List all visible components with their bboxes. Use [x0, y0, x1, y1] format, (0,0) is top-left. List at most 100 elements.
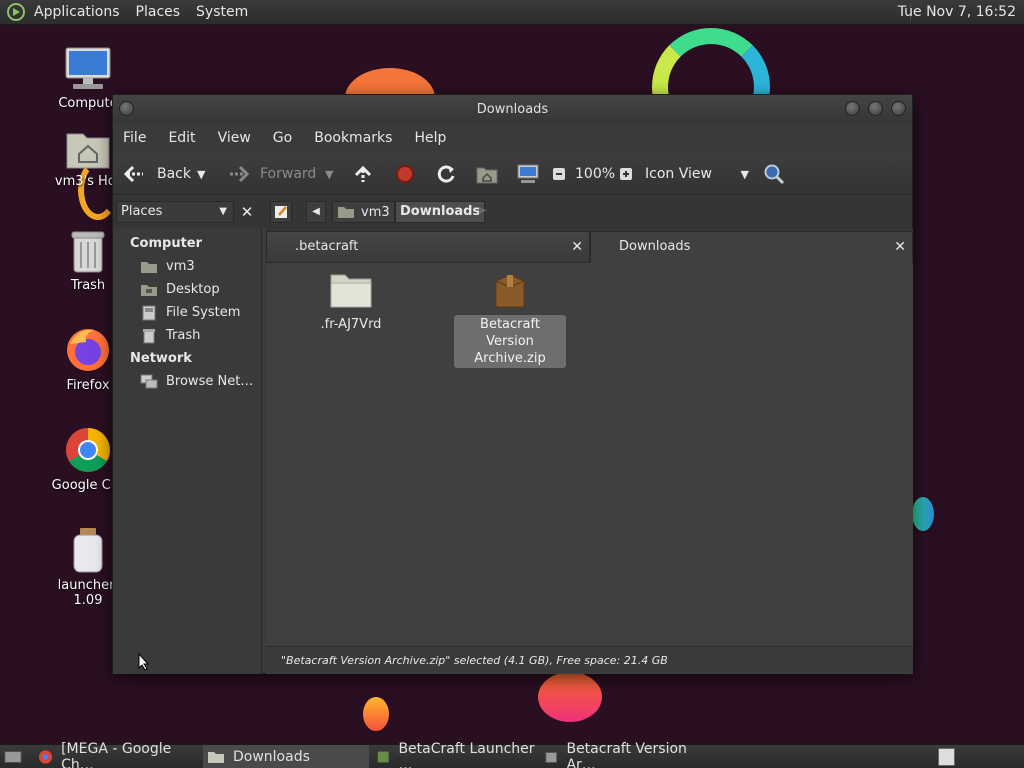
home-folder-icon	[141, 261, 157, 273]
taskbar-item-betacraft-launcher[interactable]: BetaCraft Launcher …	[372, 741, 538, 768]
view-mode-select[interactable]: Icon View ▼	[645, 153, 749, 195]
drive-icon	[142, 305, 156, 320]
show-desktop-button[interactable]	[0, 745, 30, 768]
up-button[interactable]	[353, 153, 373, 195]
breadcrumb-scroll-left[interactable]: ◀	[306, 201, 326, 223]
places-menu[interactable]: Places	[136, 4, 181, 20]
menu-view[interactable]: View	[218, 130, 251, 146]
taskbar-item-downloads[interactable]: Downloads	[203, 745, 369, 768]
jar-icon	[73, 528, 103, 573]
menu-help[interactable]: Help	[414, 130, 446, 146]
menu-edit[interactable]: Edit	[168, 130, 195, 146]
breadcrumb-vm3[interactable]: vm3	[332, 201, 395, 223]
zoom-level[interactable]: 100%	[575, 153, 615, 195]
desktop-icon-label: Trash	[70, 278, 106, 293]
breadcrumb-downloads[interactable]: Downloads	[395, 201, 486, 223]
zoom-in-button[interactable]	[619, 153, 633, 195]
top-panel: Applications Places System Tue Nov 7, 16…	[0, 0, 1024, 25]
bg-blob	[912, 497, 934, 531]
java-icon	[377, 751, 389, 763]
chevron-right-icon: ▶	[479, 205, 487, 216]
up-arrow-icon	[354, 165, 372, 182]
file-view[interactable]: .betacraft ✕ Downloads ✕ .fr-AJ7Vrd Beta…	[266, 228, 913, 674]
desktop-icon-label: Compute	[58, 96, 118, 111]
computer-icon	[517, 164, 539, 183]
location-bar: Places ▼ ✕ ◀ vm3 Downloads ▶	[113, 195, 912, 228]
chrome-icon	[66, 428, 110, 472]
window-menu-button[interactable]	[119, 101, 134, 116]
computer-icon	[65, 47, 111, 89]
system-menu[interactable]: System	[196, 4, 248, 20]
zoom-in-icon	[620, 168, 632, 180]
stop-button[interactable]	[395, 153, 415, 195]
forward-button[interactable]: Forward	[226, 153, 316, 195]
close-tab-icon[interactable]: ✕	[571, 232, 583, 262]
sidebar-item-browse-network[interactable]: Browse Net…	[113, 370, 261, 393]
file-item-archive[interactable]: Betacraft Version Archive.zip	[454, 271, 566, 368]
bg-blob	[363, 697, 389, 731]
breadcrumb-scroll-right[interactable]: ▶	[479, 201, 491, 223]
menu-go[interactable]: Go	[273, 130, 292, 146]
toggle-location-entry-button[interactable]	[270, 201, 292, 223]
close-sidebar-button[interactable]: ✕	[236, 201, 258, 223]
minimize-button[interactable]	[845, 101, 860, 116]
chevron-down-icon: ▼	[740, 167, 749, 181]
archive-icon	[495, 274, 525, 308]
close-tab-icon[interactable]: ✕	[894, 232, 906, 262]
sidebar-item-desktop[interactable]: Desktop	[113, 278, 261, 301]
file-item-folder[interactable]: .fr-AJ7Vrd	[296, 271, 406, 334]
applications-menu[interactable]: Applications	[34, 4, 120, 20]
back-arrow-icon	[123, 165, 143, 183]
folder-icon	[208, 752, 224, 763]
close-icon: ✕	[240, 203, 254, 221]
show-desktop-icon	[4, 751, 22, 763]
sidebar-heading-network: Network	[130, 351, 192, 366]
window-title: Downloads	[476, 101, 549, 117]
desktop-folder-icon	[141, 284, 157, 296]
search-icon	[764, 164, 785, 185]
workspace-switcher[interactable]	[938, 748, 955, 766]
reload-button[interactable]	[435, 153, 457, 195]
close-window-button[interactable]	[891, 101, 906, 116]
menu-bookmarks[interactable]: Bookmarks	[314, 130, 392, 146]
search-button[interactable]	[763, 153, 785, 195]
folder-icon	[330, 274, 372, 308]
computer-button[interactable]	[516, 153, 540, 195]
tab-bar: .betacraft ✕ Downloads ✕	[266, 228, 913, 263]
tab-downloads[interactable]: Downloads ✕	[590, 231, 913, 263]
sidebar-item-vm3[interactable]: vm3	[113, 255, 261, 278]
archive-icon	[545, 752, 558, 763]
taskbar-item-betacraft-archive[interactable]: Betacraft Version Ar…	[540, 741, 706, 768]
zoom-out-icon	[553, 168, 565, 180]
file-name: Betacraft Version Archive.zip	[454, 315, 566, 368]
reload-icon	[437, 165, 455, 183]
window-titlebar[interactable]: Downloads	[113, 95, 912, 123]
menu-file[interactable]: File	[123, 130, 146, 146]
clock[interactable]: Tue Nov 7, 16:52	[898, 4, 1016, 20]
bottom-panel: [MEGA - Google Ch… Downloads BetaCraft L…	[0, 741, 1024, 768]
forward-arrow-icon	[230, 165, 250, 183]
distro-logo-icon[interactable]	[6, 2, 26, 22]
chevron-down-icon: ▼	[325, 167, 334, 181]
home-button[interactable]	[476, 153, 498, 195]
zoom-out-button[interactable]	[552, 153, 566, 195]
trash-icon	[143, 328, 155, 343]
tab-betacraft[interactable]: .betacraft ✕	[266, 231, 590, 263]
forward-history-dropdown[interactable]: ▼	[325, 153, 333, 195]
chevron-down-icon: ▼	[197, 167, 206, 181]
chevron-down-icon: ▼	[219, 206, 227, 217]
sidebar-item-trash[interactable]: Trash	[113, 324, 261, 347]
maximize-button[interactable]	[868, 101, 883, 116]
back-button[interactable]: Back	[123, 153, 191, 195]
menubar: File Edit View Go Bookmarks Help	[113, 123, 912, 153]
taskbar-item-mega[interactable]: [MEGA - Google Ch…	[34, 741, 200, 768]
back-history-dropdown[interactable]: ▼	[197, 153, 205, 195]
places-combo[interactable]: Places ▼	[116, 201, 234, 223]
file-manager-window[interactable]: Downloads File Edit View Go Bookmarks He…	[112, 94, 913, 674]
desktop-icon-label: Firefox	[66, 378, 110, 393]
stop-icon	[396, 165, 414, 183]
network-icon	[140, 374, 158, 388]
toolbar: Back ▼ Forward ▼ 100% Icon View ▼	[113, 153, 912, 195]
file-name: .fr-AJ7Vrd	[320, 317, 382, 332]
sidebar-item-file-system[interactable]: File System	[113, 301, 261, 324]
